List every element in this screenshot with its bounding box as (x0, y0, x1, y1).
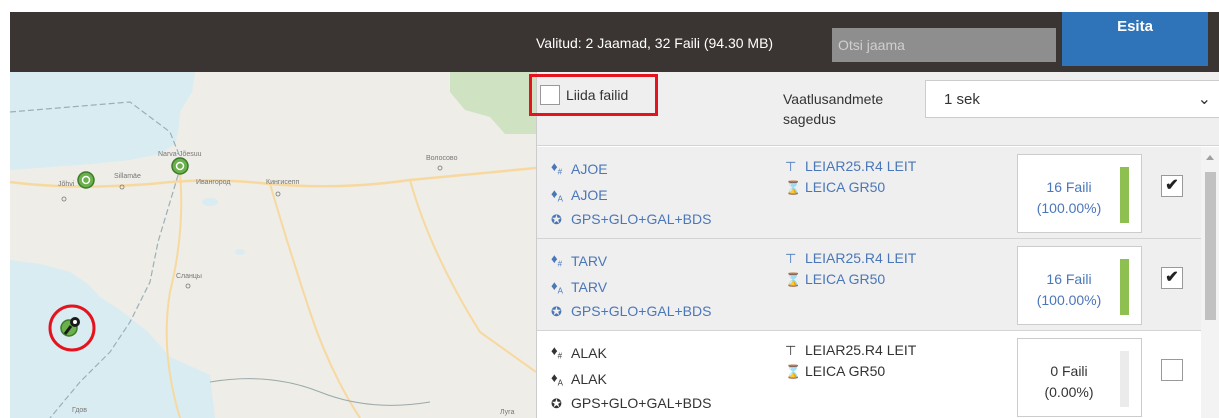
map-label: Гдов (72, 407, 87, 414)
station-receiver: LEICA GR50 (805, 179, 886, 195)
file-progress-fill (1120, 167, 1129, 223)
station-receiver: LEICA GR50 (805, 271, 886, 287)
station-marker-icon[interactable] (77, 171, 95, 189)
station-tag-icon: ♦# (551, 159, 563, 177)
file-progress-bar (1120, 351, 1129, 407)
marker-tag-icon: ♦A (551, 277, 563, 296)
receiver-icon: ⌛ (785, 180, 802, 195)
chevron-down-icon: ⌄ (1197, 91, 1211, 108)
file-percent: (0.00%) (1044, 384, 1094, 400)
marker-tag-icon: ♦A (551, 185, 563, 204)
station-marker-icon[interactable] (171, 157, 189, 175)
scrollbar-thumb[interactable] (1205, 172, 1216, 320)
station-row[interactable]: ♦# TARV ♦A TARV ✪ GPS+GLO+GAL+BDS ⊤ LEIAR25.… (537, 239, 1201, 331)
station-antenna: LEIAR25.R4 LEIT (805, 342, 917, 358)
antenna-icon: ⊤ (785, 251, 797, 266)
station-name: TARV (571, 252, 608, 269)
receiver-icon: ⌛ (785, 364, 802, 379)
top-bar: Valitud: 2 Jaamad, 32 Faili (94.30 MB) E… (10, 12, 1219, 72)
file-progress-bar (1120, 167, 1129, 223)
map-label: Кингисепп (266, 179, 300, 186)
station-antenna: LEIAR25.R4 LEIT (805, 158, 917, 174)
map-canvas[interactable]: Narva-Jõesuu Sillamäe Jõhvi Ивангород Ки… (10, 72, 536, 418)
station-row[interactable]: ♦# ALAK ♦A ALAK ✪ GPS+GLO+GAL+BDS ⊤ LEIAR25.… (537, 331, 1201, 418)
station-marker: AJOE (571, 187, 608, 204)
station-antenna: LEIAR25.R4 LEIT (805, 250, 917, 266)
submit-button[interactable]: Esita (1062, 12, 1208, 66)
station-checkbox[interactable]: ✔ (1161, 267, 1183, 289)
file-count-box: 16 Faili (100.00%) (1017, 154, 1142, 233)
station-constellations: GPS+GLO+GAL+BDS (571, 211, 712, 228)
map-label: Луга (500, 409, 515, 416)
station-tag-icon: ♦# (551, 251, 563, 269)
file-count: 16 Faili (1046, 179, 1092, 195)
station-panel: Liida failid Vaatlusandmete sagedus 1 se… (529, 72, 1219, 418)
file-percent: (100.00%) (1036, 292, 1102, 308)
station-checkbox[interactable] (1161, 359, 1183, 381)
receiver-icon: ⌛ (785, 272, 802, 287)
map-label: Sillamäe (114, 173, 141, 180)
file-percent: (100.00%) (1036, 200, 1102, 216)
station-checkbox[interactable]: ✔ (1161, 175, 1183, 197)
satellite-icon: ✪ (551, 396, 562, 412)
map-label: Jõhvi (58, 181, 75, 188)
map-label: Narva-Jõesuu (158, 151, 202, 158)
merge-files-checkbox[interactable] (540, 85, 560, 105)
frequency-label: Vaatlusandmete sagedus (783, 91, 884, 127)
panel-options: Liida failid Vaatlusandmete sagedus 1 se… (529, 72, 1219, 146)
station-tag-icon: ♦# (551, 343, 563, 361)
station-map[interactable]: Narva-Jõesuu Sillamäe Jõhvi Ивангород Ки… (10, 72, 536, 418)
map-label: Ивангород (196, 179, 230, 186)
map-label: Волосово (426, 155, 458, 162)
station-row[interactable]: ♦# AJOE ♦A AJOE ✪ GPS+GLO+GAL+BDS ⊤ LEIAR25.… (537, 147, 1201, 239)
station-list-scrollbar[interactable] (1201, 147, 1219, 418)
station-marker: ALAK (571, 371, 607, 388)
station-search-input[interactable] (832, 28, 1056, 62)
merge-files-label: Liida failid (566, 87, 629, 103)
file-count: 16 Faili (1046, 271, 1092, 287)
satellite-icon: ✪ (551, 212, 562, 228)
scroll-up-icon[interactable] (1206, 155, 1214, 160)
marker-tag-icon: ♦A (551, 369, 563, 388)
file-progress-bar (1120, 259, 1129, 315)
file-count: 0 Faili (1050, 363, 1088, 379)
file-progress-fill (1120, 259, 1129, 315)
station-marker: TARV (571, 279, 608, 296)
station-constellations: GPS+GLO+GAL+BDS (571, 395, 712, 412)
map-label: Сланцы (176, 273, 202, 280)
frequency-value: 1 sek (944, 91, 980, 108)
satellite-icon: ✪ (551, 304, 562, 320)
station-name: ALAK (571, 344, 607, 361)
antenna-icon: ⊤ (785, 159, 797, 174)
station-name: AJOE (571, 160, 608, 177)
file-count-box: 16 Faili (100.00%) (1017, 246, 1142, 325)
antenna-icon: ⊤ (785, 343, 797, 358)
frequency-select[interactable]: 1 sek ⌄ (925, 80, 1219, 118)
station-list: ♦# AJOE ♦A AJOE ✪ GPS+GLO+GAL+BDS ⊤ LEIAR25.… (537, 147, 1201, 418)
station-constellations: GPS+GLO+GAL+BDS (571, 303, 712, 320)
selection-summary: Valitud: 2 Jaamad, 32 Faili (94.30 MB) (536, 35, 774, 51)
merge-files-highlight: Liida failid (529, 74, 658, 116)
file-count-box: 0 Faili (0.00%) (1017, 338, 1142, 417)
station-receiver: LEICA GR50 (805, 363, 886, 379)
